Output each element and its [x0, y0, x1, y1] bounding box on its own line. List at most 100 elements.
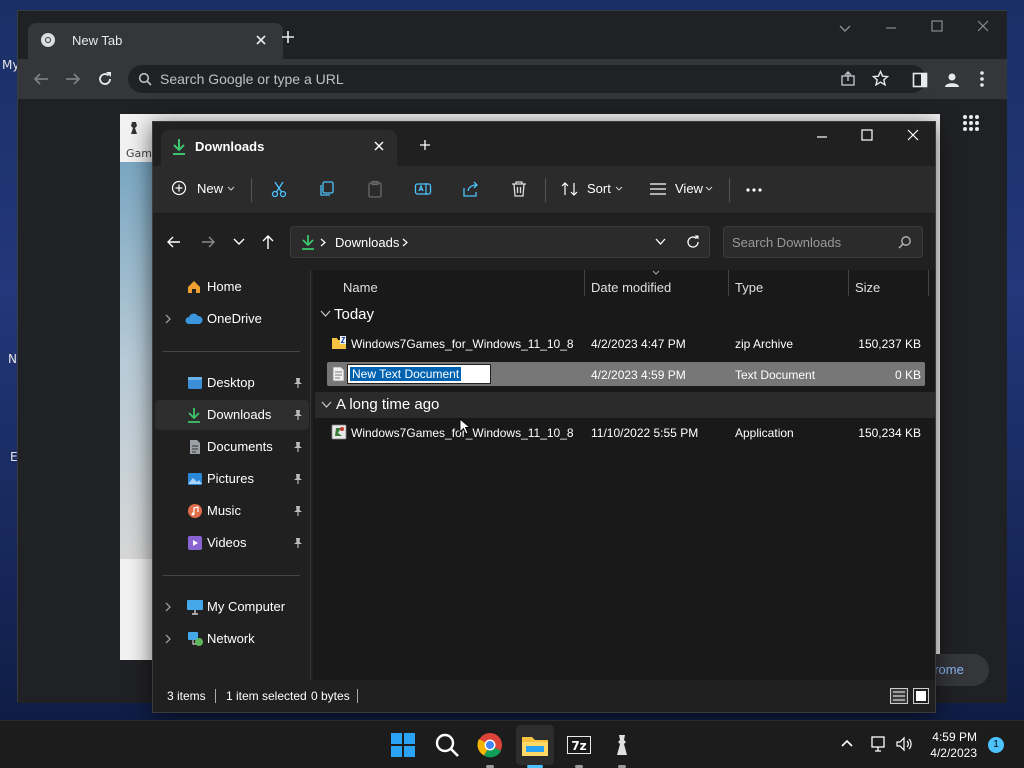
new-button[interactable]: New — [171, 178, 241, 202]
apps-grid-icon[interactable] — [962, 114, 980, 132]
back-arrow-icon[interactable] — [32, 71, 50, 87]
sort-button[interactable]: Sort — [561, 178, 627, 202]
up-arrow-icon[interactable] — [261, 234, 275, 250]
omnibox-input[interactable] — [160, 65, 820, 93]
back-arrow-icon[interactable] — [166, 235, 182, 249]
close-tab-icon[interactable] — [254, 33, 268, 47]
maximize-icon[interactable] — [861, 129, 873, 141]
close-window-icon[interactable] — [907, 129, 919, 141]
address-bar[interactable]: Downloads — [290, 226, 710, 258]
forward-arrow-icon[interactable] — [64, 71, 82, 87]
more-options-icon[interactable] — [745, 187, 763, 193]
chrome-icon[interactable] — [474, 729, 506, 761]
share-icon[interactable] — [840, 71, 856, 87]
chevron-right-icon[interactable] — [165, 634, 171, 644]
nav-item-desktop[interactable]: Desktop — [155, 368, 309, 398]
refresh-icon[interactable] — [685, 234, 701, 250]
start-windows-icon[interactable] — [387, 729, 419, 761]
chrome-tab-new-tab[interactable]: New Tab — [28, 23, 283, 59]
text-document-icon — [332, 366, 345, 382]
column-divider[interactable] — [848, 270, 849, 296]
network-tray-icon[interactable] — [870, 735, 888, 753]
pin-icon[interactable] — [293, 441, 303, 453]
pin-icon[interactable] — [293, 473, 303, 485]
chevron-right-icon[interactable] — [165, 602, 171, 612]
details-view-icon[interactable] — [890, 688, 908, 704]
nav-label: Videos — [207, 535, 247, 550]
new-tab-plus-icon[interactable] — [280, 29, 296, 45]
group-header-older[interactable]: A long time ago — [315, 392, 935, 418]
pin-icon[interactable] — [293, 409, 303, 421]
cut-icon[interactable] — [270, 180, 288, 198]
minimize-icon[interactable] — [816, 131, 828, 143]
group-header-today[interactable]: Today — [317, 302, 617, 326]
side-panel-icon[interactable] — [912, 72, 928, 88]
chevron-down-icon — [227, 186, 235, 192]
column-divider[interactable] — [928, 270, 929, 296]
7zip-icon[interactable]: 7z — [563, 729, 595, 761]
file-list: Name Date modified Type Size Today Windo… — [313, 270, 935, 682]
recent-locations-chevron-icon[interactable] — [233, 238, 245, 246]
nav-item-my-computer[interactable]: My Computer — [155, 592, 309, 622]
volume-icon[interactable] — [895, 735, 913, 753]
file-size: 150,234 KB — [858, 426, 921, 440]
search-box[interactable] — [723, 226, 923, 258]
close-tab-icon[interactable] — [373, 140, 385, 152]
delete-icon[interactable] — [510, 180, 528, 198]
breadcrumb-downloads[interactable]: Downloads — [335, 235, 399, 250]
explorer-tab-downloads[interactable]: Downloads — [161, 130, 397, 166]
minimize-icon[interactable] — [884, 21, 898, 35]
nav-item-documents[interactable]: Documents — [155, 432, 309, 462]
column-divider[interactable] — [584, 270, 585, 296]
new-tab-plus-icon[interactable] — [419, 139, 431, 151]
pin-icon[interactable] — [293, 377, 303, 389]
paste-icon[interactable] — [366, 180, 384, 198]
share-icon[interactable] — [462, 180, 480, 198]
column-header-date[interactable]: Date modified — [591, 280, 671, 295]
nav-item-home[interactable]: Home — [155, 272, 309, 302]
nav-item-network[interactable]: Network — [155, 624, 309, 654]
column-header-type[interactable]: Type — [735, 280, 763, 295]
bookmark-star-icon[interactable] — [872, 70, 889, 87]
kebab-menu-icon[interactable] — [979, 70, 985, 88]
profile-avatar-icon[interactable] — [943, 71, 961, 89]
pin-icon[interactable] — [293, 505, 303, 517]
reload-icon[interactable] — [96, 70, 114, 88]
search-input[interactable] — [732, 227, 892, 257]
tray-overflow-chevron-icon[interactable] — [841, 739, 853, 747]
clock[interactable]: 4:59 PM 4/2/2023 — [925, 729, 977, 761]
chevron-right-icon[interactable] — [165, 314, 171, 324]
forward-arrow-icon[interactable] — [200, 235, 216, 249]
notification-badge[interactable]: 1 — [988, 737, 1004, 753]
copy-icon[interactable] — [318, 180, 336, 198]
column-header-size[interactable]: Size — [855, 280, 880, 295]
column-divider[interactable] — [728, 270, 729, 296]
nav-item-music[interactable]: Music — [155, 496, 309, 526]
breadcrumb-separator-icon[interactable] — [402, 238, 408, 247]
chess-piece-icon[interactable] — [606, 729, 638, 761]
file-row[interactable]: Windows7Games_for_Windows_11_10_8 11/10/… — [327, 421, 925, 445]
rename-input-text[interactable]: New Text Document — [350, 367, 462, 381]
desktop-icon-label[interactable]: N — [8, 352, 17, 366]
pin-icon[interactable] — [293, 537, 303, 549]
close-window-icon[interactable] — [976, 19, 990, 33]
rename-input[interactable]: New Text Document — [347, 364, 491, 384]
tiles-view-icon[interactable] — [913, 688, 929, 704]
rename-icon[interactable] — [414, 180, 432, 198]
status-selection: 1 item selected — [226, 689, 307, 703]
maximize-icon[interactable] — [930, 19, 944, 33]
column-header-name[interactable]: Name — [343, 280, 378, 295]
nav-item-videos[interactable]: Videos — [155, 528, 309, 558]
omnibox[interactable] — [128, 65, 926, 93]
search-icon[interactable] — [431, 729, 463, 761]
view-button[interactable]: View — [649, 178, 715, 202]
file-explorer-icon[interactable] — [519, 729, 551, 761]
tab-search-chevron-icon[interactable] — [838, 21, 852, 35]
nav-item-onedrive[interactable]: OneDrive — [155, 304, 309, 334]
nav-item-downloads[interactable]: Downloads — [155, 400, 309, 430]
file-row[interactable]: Windows7Games_for_Windows_11_10_8 4/2/20… — [327, 332, 925, 356]
nav-item-pictures[interactable]: Pictures — [155, 464, 309, 494]
address-history-chevron-icon[interactable] — [655, 238, 666, 246]
svg-text:7z: 7z — [571, 739, 586, 753]
explorer-tab-title: Downloads — [195, 139, 265, 154]
